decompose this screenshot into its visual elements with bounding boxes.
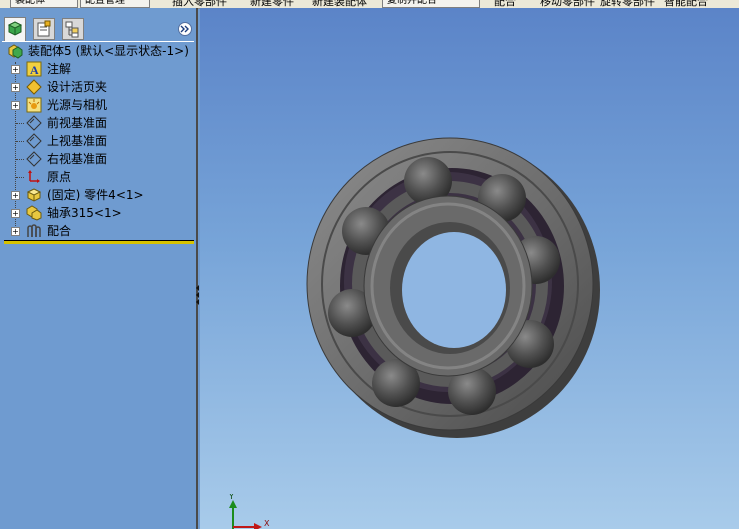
expand-toggle-icon[interactable]: +: [11, 83, 20, 92]
tree-item-annotations[interactable]: + A 注解: [4, 60, 194, 78]
tree-item-bearing315[interactable]: + 轴承315<1>: [4, 204, 194, 222]
lights-cameras-icon: [26, 97, 42, 113]
annotation-icon: A: [26, 61, 42, 77]
tree-item-label: 前视基准面: [47, 116, 108, 130]
triad-x-label: X: [264, 519, 270, 528]
expand-toggle-icon[interactable]: +: [11, 209, 20, 218]
toolbar-button-copy-with-mates[interactable]: 复制并配合: [382, 0, 480, 8]
feature-tree: 装配体5 (默认<显示状态-1>) + A 注解 + 设计活页夹 + 光源与相机…: [4, 42, 194, 240]
inner-bore-opening: [402, 232, 506, 348]
panel-tab-bar: [0, 8, 196, 42]
triad-x-arrow: [254, 523, 262, 529]
tree-item-label: 轴承315<1>: [47, 206, 122, 220]
plane-icon: [26, 115, 42, 131]
tab-property-manager[interactable]: [33, 18, 55, 40]
expand-panel-button[interactable]: [178, 22, 192, 36]
tree-item-mates[interactable]: + 配合: [4, 222, 194, 240]
part-icon: [26, 188, 42, 202]
tree-item-top-plane[interactable]: 上视基准面: [4, 132, 194, 150]
toolbar-button-assembly[interactable]: 装配体: [10, 0, 78, 8]
expand-toggle-icon[interactable]: +: [11, 65, 20, 74]
tree-root-assembly[interactable]: 装配体5 (默认<显示状态-1>): [4, 42, 194, 60]
triad-y-arrow: [229, 500, 237, 508]
tree-connector-line: [16, 141, 24, 142]
tree-item-label: 注解: [47, 62, 72, 76]
tree-item-label: 光源与相机: [47, 98, 108, 112]
plane-icon: [26, 151, 42, 167]
rollback-bar[interactable]: [4, 240, 194, 244]
tree-item-origin[interactable]: 原点: [4, 168, 194, 186]
tree-item-label: 原点: [47, 170, 72, 184]
origin-icon: [28, 170, 40, 183]
design-binder-icon: [26, 79, 42, 95]
reference-triad: Y X: [228, 494, 270, 529]
tree-item-label: 右视基准面: [47, 152, 108, 166]
tree-connector-line: [16, 177, 24, 178]
tree-item-label: 配合: [47, 224, 72, 238]
feature-manager-panel: 装配体5 (默认<显示状态-1>) + A 注解 + 设计活页夹 + 光源与相机…: [0, 8, 198, 529]
configuration-manager-icon: [65, 21, 79, 38]
expand-toggle-icon[interactable]: +: [11, 101, 20, 110]
tree-item-front-plane[interactable]: 前视基准面: [4, 114, 194, 132]
tree-item-label: (固定) 零件4<1>: [47, 188, 144, 202]
tree-item-lights-cameras[interactable]: + 光源与相机: [4, 96, 194, 114]
feature-manager-icon: [7, 21, 23, 36]
svg-text:A: A: [30, 63, 39, 77]
tree-item-label: 设计活页夹: [47, 80, 108, 94]
tree-item-design-binder[interactable]: + 设计活页夹: [4, 78, 194, 96]
mates-icon: [27, 224, 41, 237]
tree-root-label: 装配体5 (默认<显示状态-1>): [28, 44, 189, 58]
bearing-model[interactable]: [200, 8, 739, 529]
tree-item-part4[interactable]: + (固定) 零件4<1>: [4, 186, 194, 204]
chevron-double-right-icon: [180, 25, 189, 33]
expand-toggle-icon[interactable]: +: [11, 191, 20, 200]
expand-toggle-icon[interactable]: +: [11, 227, 20, 236]
tree-item-label: 上视基准面: [47, 134, 108, 148]
tab-configuration-manager[interactable]: [62, 18, 84, 40]
subassembly-icon: [26, 205, 42, 221]
tab-feature-manager[interactable]: [4, 17, 26, 42]
tree-item-right-plane[interactable]: 右视基准面: [4, 150, 194, 168]
assembly-icon: [8, 44, 23, 59]
toolbar-button-config[interactable]: 配置管理: [80, 0, 150, 8]
plane-icon: [26, 133, 42, 149]
tree-connector-line: [16, 123, 24, 124]
graphics-area[interactable]: Y X: [200, 8, 739, 529]
tree-connector-line: [16, 159, 24, 160]
property-manager-icon: [37, 20, 51, 37]
triad-y-label: Y: [228, 494, 234, 501]
